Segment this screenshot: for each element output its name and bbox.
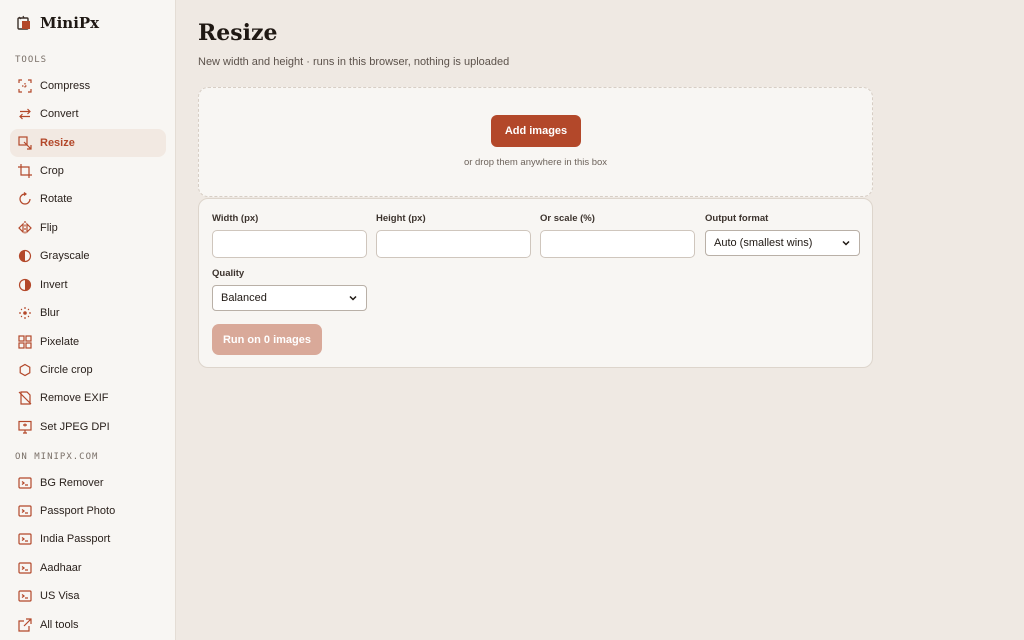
sidebar-item-label: BG Remover bbox=[40, 477, 104, 489]
sidebar-item-label: Invert bbox=[40, 279, 68, 291]
run-button[interactable]: Run on 0 images bbox=[212, 324, 322, 355]
remove-exif-icon bbox=[18, 391, 32, 405]
external-section-label: ON MINIPX.COM bbox=[15, 452, 99, 462]
sidebar-item-label: Circle crop bbox=[40, 364, 93, 376]
sidebar-item-label: Remove EXIF bbox=[40, 392, 109, 404]
quality-value: Balanced bbox=[221, 292, 267, 304]
scale-input[interactable] bbox=[540, 230, 695, 258]
sidebar-item-blur[interactable]: Blur bbox=[10, 299, 166, 327]
sidebar: MiniPx TOOLS Compress Convert Resize Cro… bbox=[0, 0, 176, 640]
output-format-value: Auto (smallest wins) bbox=[714, 237, 813, 249]
terminal-icon bbox=[18, 504, 32, 518]
circle-crop-icon bbox=[18, 363, 32, 377]
sidebar-item-india-passport[interactable]: India Passport bbox=[10, 525, 166, 553]
sidebar-item-label: Set JPEG DPI bbox=[40, 421, 110, 433]
sidebar-item-resize[interactable]: Resize bbox=[10, 129, 166, 157]
resize-icon bbox=[18, 136, 32, 150]
compress-icon bbox=[18, 79, 32, 93]
sidebar-item-rotate[interactable]: Rotate bbox=[10, 185, 166, 213]
quality-label: Quality bbox=[212, 268, 245, 279]
scale-label: Or scale (%) bbox=[540, 213, 595, 224]
terminal-icon bbox=[18, 589, 32, 603]
height-input[interactable] bbox=[376, 230, 531, 258]
sidebar-item-compress[interactable]: Compress bbox=[10, 72, 166, 100]
convert-icon bbox=[18, 107, 32, 121]
grayscale-icon bbox=[18, 249, 32, 263]
tools-section-label: TOOLS bbox=[15, 55, 48, 65]
invert-icon bbox=[18, 278, 32, 292]
resize-options-panel: Width (px) Height (px) Or scale (%) Outp… bbox=[198, 198, 873, 368]
sidebar-item-pixelate[interactable]: Pixelate bbox=[10, 328, 166, 356]
terminal-icon bbox=[18, 561, 32, 575]
drop-hint: or drop them anywhere in this box bbox=[463, 157, 608, 168]
dpi-icon bbox=[18, 420, 32, 434]
sidebar-item-label: Aadhaar bbox=[40, 562, 82, 574]
brand-name: MiniPx bbox=[40, 14, 100, 32]
quality-select[interactable]: Balanced bbox=[212, 285, 367, 311]
sidebar-item-aadhaar[interactable]: Aadhaar bbox=[10, 554, 166, 582]
add-images-button[interactable]: Add images bbox=[491, 115, 581, 147]
image-dropzone[interactable]: Add images or drop them anywhere in this… bbox=[198, 87, 873, 197]
rotate-icon bbox=[18, 192, 32, 206]
sidebar-item-passport-photo[interactable]: Passport Photo bbox=[10, 497, 166, 525]
output-format-label: Output format bbox=[705, 213, 769, 224]
sidebar-item-label: Convert bbox=[40, 108, 79, 120]
sidebar-item-flip[interactable]: Flip bbox=[10, 214, 166, 242]
sidebar-item-label: US Visa bbox=[40, 590, 80, 602]
sidebar-item-label: Blur bbox=[40, 307, 60, 319]
terminal-icon bbox=[18, 532, 32, 546]
brand[interactable]: MiniPx bbox=[16, 12, 99, 34]
sidebar-item-label: Pixelate bbox=[40, 336, 80, 348]
pixelate-icon bbox=[18, 335, 32, 349]
sidebar-item-invert[interactable]: Invert bbox=[10, 271, 166, 299]
flip-icon bbox=[18, 221, 32, 235]
width-label: Width (px) bbox=[212, 213, 259, 224]
crop-icon bbox=[18, 164, 32, 178]
sidebar-item-label: Flip bbox=[40, 222, 58, 234]
sidebar-item-set-jpeg-dpi[interactable]: Set JPEG DPI bbox=[10, 413, 166, 441]
sidebar-item-label: Compress bbox=[40, 80, 91, 92]
output-format-select[interactable]: Auto (smallest wins) bbox=[705, 230, 860, 256]
sidebar-item-label: All tools bbox=[40, 619, 79, 631]
height-label: Height (px) bbox=[376, 213, 426, 224]
sidebar-item-circle-crop[interactable]: Circle crop bbox=[10, 356, 166, 384]
chevron-down-icon bbox=[842, 240, 850, 246]
width-input[interactable] bbox=[212, 230, 367, 258]
sidebar-item-label: Resize bbox=[40, 137, 75, 149]
blur-icon bbox=[18, 306, 32, 320]
sidebar-item-grayscale[interactable]: Grayscale bbox=[10, 242, 166, 270]
sidebar-item-all-tools[interactable]: All tools bbox=[10, 611, 166, 639]
main-content: Resize New width and height · runs in th… bbox=[176, 0, 1024, 640]
sidebar-item-remove-exif[interactable]: Remove EXIF bbox=[10, 384, 166, 412]
page-title: Resize bbox=[198, 20, 278, 46]
terminal-icon bbox=[18, 476, 32, 490]
page-subtitle: New width and height · runs in this brow… bbox=[198, 56, 510, 68]
logo-icon bbox=[17, 15, 30, 30]
sidebar-item-label: Rotate bbox=[40, 193, 73, 205]
sidebar-item-crop[interactable]: Crop bbox=[10, 157, 166, 185]
sidebar-item-bg-remover[interactable]: BG Remover bbox=[10, 469, 166, 497]
chevron-down-icon bbox=[349, 295, 357, 301]
sidebar-item-label: India Passport bbox=[40, 533, 111, 545]
sidebar-item-label: Passport Photo bbox=[40, 505, 116, 517]
external-link-icon bbox=[18, 618, 32, 632]
sidebar-item-label: Crop bbox=[40, 165, 64, 177]
sidebar-item-label: Grayscale bbox=[40, 250, 90, 262]
sidebar-item-convert[interactable]: Convert bbox=[10, 100, 166, 128]
sidebar-item-us-visa[interactable]: US Visa bbox=[10, 582, 166, 610]
